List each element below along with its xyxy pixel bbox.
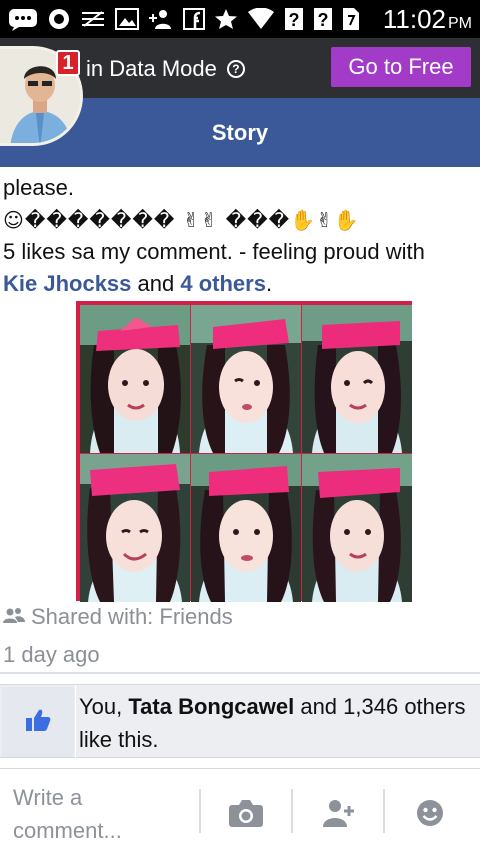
notification-badge[interactable]: 1 [56, 50, 80, 76]
help-icon[interactable]: ? [226, 60, 245, 78]
likes-summary: You, Tata Bongcawel and 1,346 others lik… [0, 684, 480, 759]
post-emoji-line: ☺������� ✌✌ ���✋✌✋ [3, 208, 360, 232]
friends-icon [3, 604, 25, 630]
unknown-icon: ? [284, 7, 304, 31]
post-content: please. ☺������� ✌✌ ���✋✌✋ 5 likes sa my… [3, 172, 478, 300]
camera-icon[interactable] [226, 795, 266, 831]
bbm-icon [8, 7, 38, 31]
image-icon [115, 8, 139, 30]
post-photo[interactable] [76, 301, 412, 602]
photo-collage [80, 305, 412, 602]
post-timestamp: 1 day ago [3, 642, 100, 667]
comment-bar: Write a comment... [0, 768, 480, 854]
status-time: 11:02 PM [382, 3, 472, 34]
star-icon [214, 8, 238, 30]
data-mode-text: in Data Mode [86, 56, 217, 81]
svg-text:?: ? [318, 10, 329, 30]
data-mode-label: in Data Mode ? [86, 56, 245, 82]
divider [291, 789, 293, 833]
tag-friend-icon[interactable] [318, 795, 358, 831]
sim-icon [342, 7, 360, 31]
likes-you: You, [79, 694, 129, 719]
period-text: . [265, 271, 273, 296]
collage-tile [191, 305, 301, 453]
thumbs-up-icon [25, 708, 51, 737]
record-icon [47, 7, 71, 31]
equalizer-icon [80, 8, 106, 30]
divider [383, 789, 385, 833]
svg-text:?: ? [289, 10, 300, 30]
status-icons: ? ? [8, 7, 383, 31]
wifi-icon [247, 8, 275, 30]
collage-tile [302, 454, 412, 602]
post-line-1: please. [3, 175, 74, 200]
tagged-user-link[interactable]: Kie Jhockss [3, 271, 131, 296]
divider [199, 789, 201, 833]
unknown-icon: ? [313, 7, 333, 31]
emoji-icon[interactable] [410, 795, 450, 831]
divider [75, 685, 76, 759]
collage-tile [302, 305, 412, 453]
status-right: 11:02 PM [383, 4, 472, 35]
go-to-free-button[interactable]: Go to Free [331, 47, 471, 87]
collage-tile [80, 305, 190, 453]
privacy-label: Shared with: Friends [3, 604, 233, 630]
liker-name[interactable]: Tata Bongcawel [128, 694, 294, 719]
collage-tile [191, 454, 301, 602]
post-tags: Kie Jhockss and 4 others. [3, 268, 478, 300]
add-user-icon [148, 8, 174, 30]
collage-tile [80, 454, 190, 602]
shared-with-text: Shared with: Friends [31, 604, 233, 629]
facebook-icon [183, 8, 205, 30]
status-bar: ? ? 11:02 PM [0, 0, 480, 38]
comment-input[interactable]: Write a comment... [13, 781, 193, 847]
like-button[interactable] [2, 687, 74, 757]
likes-text[interactable]: You, Tata Bongcawel and 1,346 others lik… [79, 690, 474, 756]
and-text: and [137, 271, 175, 296]
others-link[interactable]: 4 others [180, 271, 266, 296]
divider [0, 672, 480, 674]
post-line-3: 5 likes sa my comment. - feeling proud w… [3, 239, 425, 264]
